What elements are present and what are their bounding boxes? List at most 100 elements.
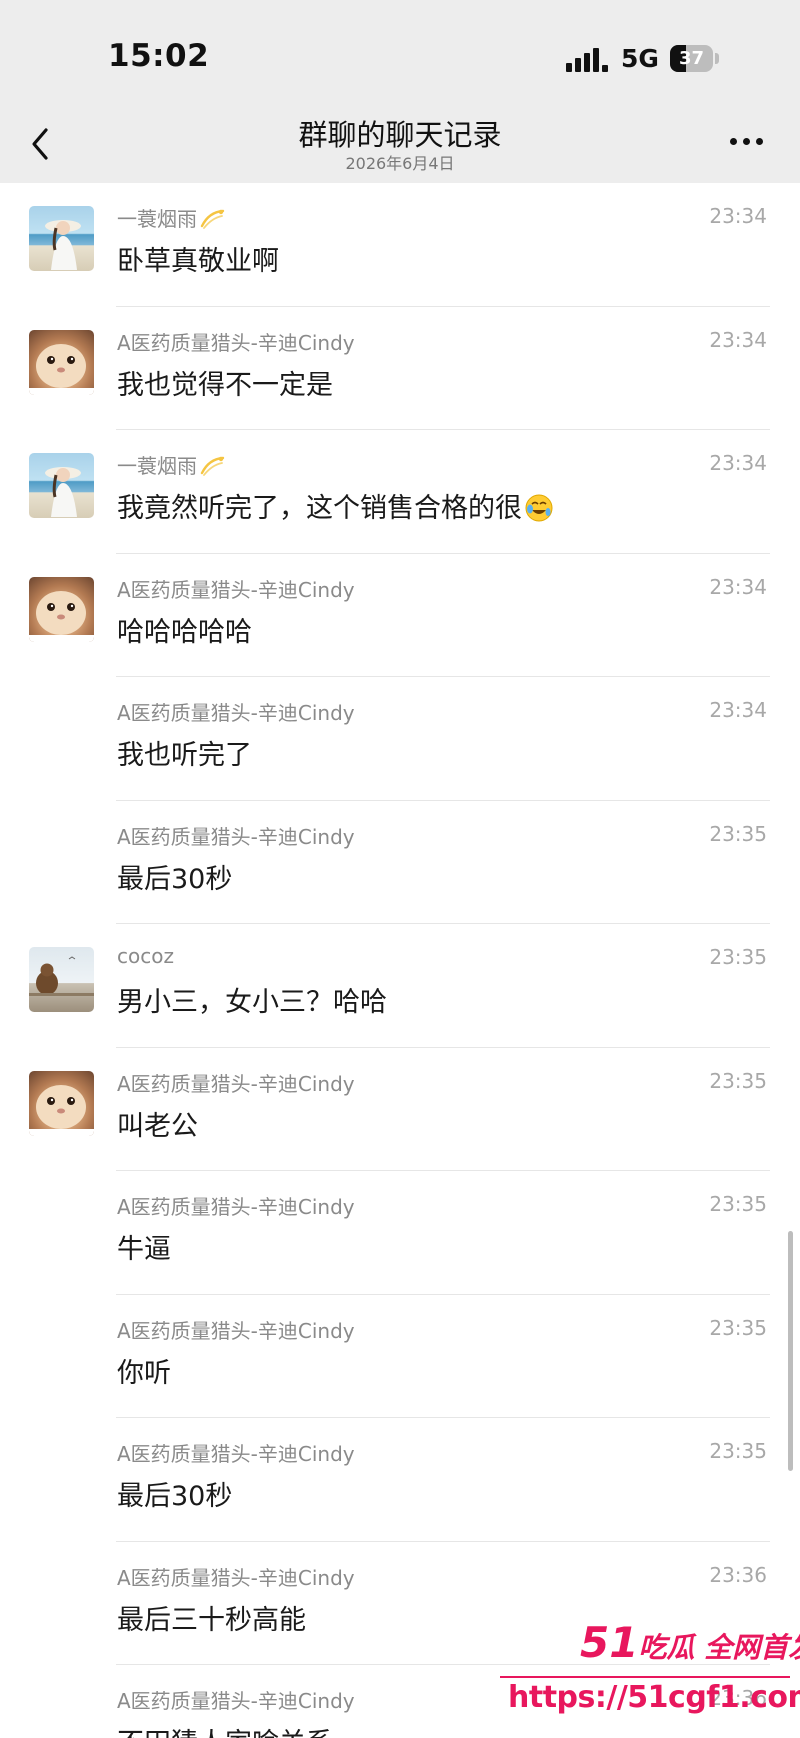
message-text: 不田猜人家啥关系	[117, 1721, 333, 1738]
message-text-content: 最后30秒	[117, 863, 233, 895]
message-text: 哈哈哈哈哈	[117, 610, 252, 649]
sender-avatar[interactable]	[29, 453, 94, 518]
sender-name: A医药质量猎头-辛迪Cindy	[117, 327, 355, 356]
sender-name-text: A医药质量猎头-辛迪Cindy	[117, 824, 355, 849]
message-text-content: 牛逼	[117, 1234, 171, 1265]
chat-message[interactable]: A医药质量猎头-辛迪Cindy 最后30秒 23:35	[0, 801, 800, 924]
top-area: 15:02 5G 37 群聊的聊天记录 2026年6月4日	[0, 0, 800, 183]
chat-message[interactable]: A医药质量猎头-辛迪Cindy 最后30秒 23:35	[0, 1418, 800, 1542]
message-text: 牛逼	[117, 1227, 171, 1266]
message-text: 卧草真敬业啊	[117, 239, 279, 278]
sender-avatar[interactable]	[29, 1070, 94, 1136]
message-text-content: 我也觉得不一定是	[117, 369, 333, 401]
sender-name: 一蓑烟雨	[117, 450, 225, 479]
sender-name-text: A医药质量猎头-辛迪Cindy	[117, 1689, 355, 1713]
message-text: 你听	[117, 1351, 171, 1390]
watermark-url: https://51cgf1.com	[508, 1680, 800, 1715]
message-timestamp: 23:34	[709, 451, 767, 475]
sender-name-text: 一蓑烟雨	[117, 207, 197, 231]
scrollbar[interactable]	[788, 1231, 793, 1471]
status-bar: 15:02 5G 37	[0, 0, 800, 110]
battery-percent: 37	[678, 48, 705, 69]
chat-message[interactable]: A医药质量猎头-辛迪Cindy 叫老公 23:35	[0, 1048, 800, 1171]
chat-message[interactable]: A医药质量猎头-辛迪Cindy 你听 23:35	[0, 1295, 800, 1418]
sender-name: A医药质量猎头-辛迪Cindy	[117, 1191, 355, 1220]
page-subtitle-date: 2026年6月4日	[345, 154, 455, 173]
sender-name-text: A医药质量猎头-辛迪Cindy	[117, 1442, 355, 1466]
message-timestamp: 23:34	[709, 698, 767, 722]
sender-name: A医药质量猎头-辛迪Cindy	[117, 697, 355, 726]
more-options-icon[interactable]	[730, 138, 766, 148]
chat-message[interactable]: 一蓑烟雨卧草真敬业啊 23:34	[0, 183, 800, 307]
sender-name: A医药质量猎头-辛迪Cindy	[117, 1068, 355, 1097]
message-timestamp: 23:34	[709, 204, 767, 228]
chat-message[interactable]: cocoz 男小三，女小三？哈哈 23:35	[0, 924, 800, 1048]
page-title: 群聊的聊天记录	[298, 118, 502, 152]
message-text-content: 卧草真敬业啊	[117, 246, 279, 277]
message-text: 男小三，女小三？哈哈	[117, 980, 387, 1019]
sender-name: A医药质量猎头-辛迪Cindy	[117, 1315, 355, 1344]
message-text: 叫老公	[117, 1104, 198, 1143]
sender-name: A医药质量猎头-辛迪Cindy	[117, 574, 355, 603]
message-timestamp: 23:36	[709, 1562, 767, 1587]
sparkle-icon	[199, 208, 225, 230]
message-timestamp: 23:34	[709, 574, 767, 599]
sender-name-text: A医药质量猎头-辛迪Cindy	[117, 330, 355, 355]
message-timestamp: 23:35	[709, 945, 767, 969]
message-text: 最后30秒	[117, 857, 232, 896]
network-type-label: 5G	[621, 44, 659, 73]
message-text: 最后30秒	[117, 1474, 232, 1513]
crying-laughing-emoji-icon	[524, 493, 554, 523]
watermark: 51吃瓜 全网首发 https://51cgf1.com	[490, 1610, 800, 1738]
cellular-signal-icon	[566, 46, 608, 72]
sender-name: 一蓑烟雨	[117, 203, 225, 232]
message-timestamp: 23:35	[709, 1439, 767, 1463]
watermark-brand-text: 吃瓜 全网首发	[638, 1631, 800, 1664]
message-timestamp: 23:35	[709, 1315, 767, 1340]
message-text-content: 我也听完了	[117, 740, 252, 771]
message-text-content: 我竟然听完了，这个销售合格的很	[117, 493, 522, 524]
chat-message[interactable]: A医药质量猎头-辛迪Cindy 哈哈哈哈哈 23:34	[0, 554, 800, 677]
chat-message-list[interactable]: 一蓑烟雨 卧草真敬业啊 23:34 A医药质量猎头-辛迪Cindy 我也觉得不一定是 23…	[0, 183, 800, 1738]
chat-message[interactable]: A医药质量猎头-辛迪Cindy 我也觉得不一定是 23:34	[0, 307, 800, 430]
message-timestamp: 23:34	[709, 327, 767, 352]
sender-name-text: A医药质量猎头-辛迪Cindy	[117, 1071, 355, 1096]
message-timestamp: 23:35	[709, 1068, 767, 1093]
nav-bar: 群聊的聊天记录 2026年6月4日	[0, 110, 800, 183]
message-text-content: 不田猜人家啥关系	[117, 1728, 333, 1738]
message-text: 我也觉得不一定是	[117, 363, 333, 402]
chat-message[interactable]: A医药质量猎头-辛迪Cindy 牛逼 23:35	[0, 1171, 800, 1295]
watermark-brand: 51吃瓜 全网首发	[580, 1618, 800, 1667]
message-timestamp: 23:35	[709, 1192, 767, 1216]
message-text-content: 最后30秒	[117, 1481, 233, 1512]
sender-name-text: cocoz	[117, 944, 174, 968]
message-text-content: 最后三十秒高能	[117, 1604, 306, 1636]
sender-avatar[interactable]	[29, 206, 94, 271]
watermark-brand-number: 51	[580, 1618, 639, 1667]
sender-name: cocoz	[117, 944, 174, 968]
sender-name: A医药质量猎头-辛迪Cindy	[117, 1438, 355, 1467]
sender-name-text: 一蓑烟雨	[117, 454, 197, 478]
sender-name: A医药质量猎头-辛迪Cindy	[117, 1685, 355, 1714]
message-text-content: 叫老公	[117, 1110, 198, 1142]
sender-name: A医药质量猎头-辛迪Cindy	[117, 821, 355, 850]
message-text: 我竟然听完了，这个销售合格的很	[117, 486, 554, 525]
watermark-line	[500, 1676, 790, 1678]
chat-message[interactable]: 一蓑烟雨我竟然听完了，这个销售合格的很 23:34	[0, 430, 800, 554]
message-text: 最后三十秒高能	[117, 1598, 306, 1637]
message-text-content: 男小三，女小三？哈哈	[117, 987, 387, 1018]
message-text: 我也听完了	[117, 733, 252, 772]
sender-name-text: A医药质量猎头-辛迪Cindy	[117, 577, 355, 602]
message-text-content: 哈哈哈哈哈	[117, 616, 252, 648]
sender-name-text: A医药质量猎头-辛迪Cindy	[117, 1565, 355, 1590]
sparkle-icon	[199, 455, 225, 477]
sender-avatar[interactable]	[29, 947, 94, 1012]
sender-name: A医药质量猎头-辛迪Cindy	[117, 1562, 355, 1591]
sender-avatar[interactable]	[29, 329, 94, 395]
message-text-content: 你听	[117, 1357, 171, 1389]
sender-name-text: A医药质量猎头-辛迪Cindy	[117, 701, 355, 725]
chat-message[interactable]: A医药质量猎头-辛迪Cindy 我也听完了 23:34	[0, 677, 800, 801]
sender-name-text: A医药质量猎头-辛迪Cindy	[117, 1318, 355, 1343]
sender-avatar[interactable]	[29, 576, 94, 642]
message-timestamp: 23:35	[709, 821, 767, 846]
